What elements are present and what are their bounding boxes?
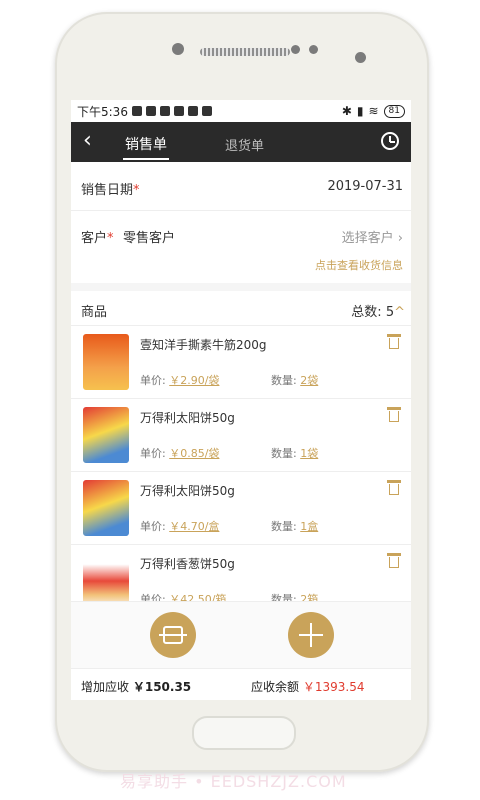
quantity[interactable]: 数量: 1盒 [271,518,318,534]
battery-icon: 81 [383,104,405,118]
shield-icon [201,106,212,116]
product-image [83,480,129,536]
receivable-balance: 应收余额 ￥1393.54 [251,680,365,694]
sale-date-row[interactable]: 销售日期* 2019-07-31 [71,162,411,211]
top-nav-bar: ‹ 销售单 退货单 [71,122,411,162]
unit-price[interactable]: 单价: ￥4.70/盒 [140,518,219,534]
speaker-grille [200,48,290,56]
history-clock-icon[interactable] [381,132,399,150]
app-screen: 下午5:36 ✱ ▮ ≋ 81 ‹ 销售单 退货单 销售日期* 2019-07-… [71,100,411,700]
tab-label: 退货单 [225,139,265,154]
product-name: 万得利太阳饼50g [140,411,235,425]
unit-price[interactable]: 单价: ￥2.90/袋 [140,372,219,388]
customer-label: 客户* [81,231,114,246]
quantity[interactable]: 数量: 2箱 [271,591,318,601]
status-time: 下午5:36 [77,104,128,119]
goods-header: 商品 总数: 5^ [71,291,411,326]
check-icon [159,106,170,116]
tab-sales-order[interactable]: 销售单 [123,134,169,160]
unit-price[interactable]: 单价: ￥0.85/袋 [140,445,219,461]
scan-button[interactable] [150,612,196,658]
product-image [83,553,129,601]
bluetooth-icon: ✱ [341,104,352,118]
goods-total[interactable]: 总数: 5^ [351,301,405,320]
front-camera-icon [172,43,184,55]
product-image [83,407,129,463]
signal-icon: ▮ [356,104,364,118]
sensor-icon [291,45,300,54]
back-arrow-icon[interactable]: ‹ [83,130,92,152]
quantity[interactable]: 数量: 1袋 [271,445,318,461]
list-item[interactable]: 万得利太阳饼50g 单价: ￥0.85/袋 数量: 1袋 [71,399,411,472]
added-receivable: 增加应收 ￥150.35 [81,680,192,694]
add-product-button[interactable] [288,612,334,658]
status-bar: 下午5:36 ✱ ▮ ≋ 81 [71,100,411,122]
tab-label: 销售单 [125,137,167,153]
receipt-info-link[interactable]: 点击查看收货信息 [315,257,403,273]
tab-return-order[interactable]: 退货单 [225,135,264,154]
list-item[interactable]: 万得利太阳饼50g 单价: ￥4.70/盒 数量: 1盒 [71,472,411,545]
list-item[interactable]: 壹知洋手撕素牛筋200g 单价: ￥2.90/袋 数量: 2袋 [71,326,411,399]
app-icon [187,106,198,116]
product-name: 万得利太阳饼50g [140,484,235,498]
delete-trash-icon[interactable] [387,407,401,423]
product-image [83,334,129,390]
watermark-text: 易享助手 • EEDSHZJZ.COM [120,772,347,791]
choose-customer-button[interactable]: 选择客户 › [342,227,403,246]
delete-trash-icon[interactable] [387,480,401,496]
sale-date-label: 销售日期* [81,183,140,198]
footer-summary: 增加应收 ￥150.35 应收余额 ￥1393.54 [71,668,411,700]
proximity-sensor-icon [355,52,366,63]
app-icon [173,106,184,116]
customer-row: 客户* 零售客户 选择客户 › 点击查看收货信息 [71,211,411,283]
delete-trash-icon[interactable] [387,334,401,350]
chevron-right-icon: › [397,231,403,246]
sale-date-value[interactable]: 2019-07-31 [327,179,403,194]
list-item[interactable]: 万得利香葱饼50g 单价: ￥42.50/箱 数量: 2箱 [71,545,411,601]
product-name: 壹知洋手撕素牛筋200g [140,338,267,352]
wifi-icon: ≋ [368,104,379,118]
upload-icon [145,106,156,116]
chevron-up-icon: ^ [394,305,405,320]
active-tab-indicator [123,158,169,160]
goods-title: 商品 [81,305,108,320]
action-bar [71,601,411,668]
customer-value: 零售客户 [123,231,176,246]
goods-list: 壹知洋手撕素牛筋200g 单价: ￥2.90/袋 数量: 2袋 万得利太阳饼50… [71,326,411,601]
unit-price[interactable]: 单价: ￥42.50/箱 [140,591,226,601]
quantity[interactable]: 数量: 2袋 [271,372,318,388]
product-name: 万得利香葱饼50g [140,557,235,571]
delete-trash-icon[interactable] [387,553,401,569]
home-button[interactable] [192,716,296,750]
sensor-icon [309,45,318,54]
wechat-icon [131,106,142,116]
